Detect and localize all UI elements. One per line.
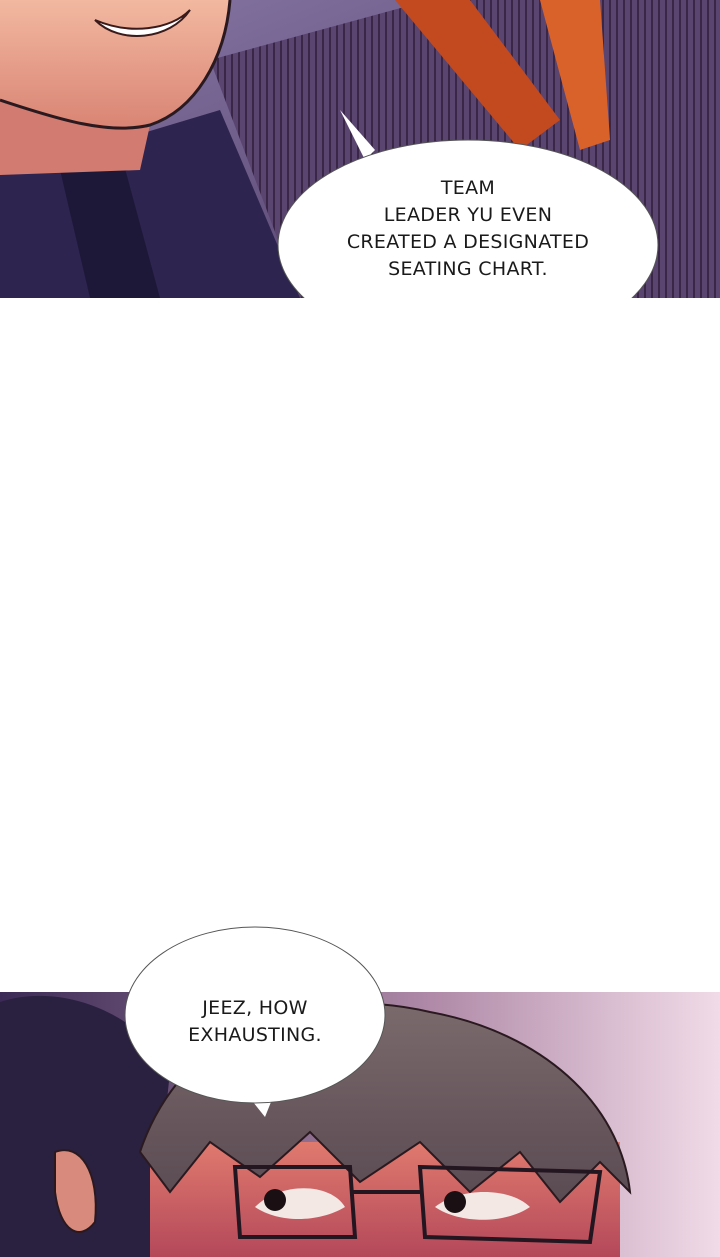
speech-bubble-top-text: TEAM LEADER YU EVEN CREATED A DESIGNATED… xyxy=(346,177,590,280)
speech-bubble-bottom-text: JEEZ, HOW EXHAUSTING. xyxy=(188,997,322,1046)
